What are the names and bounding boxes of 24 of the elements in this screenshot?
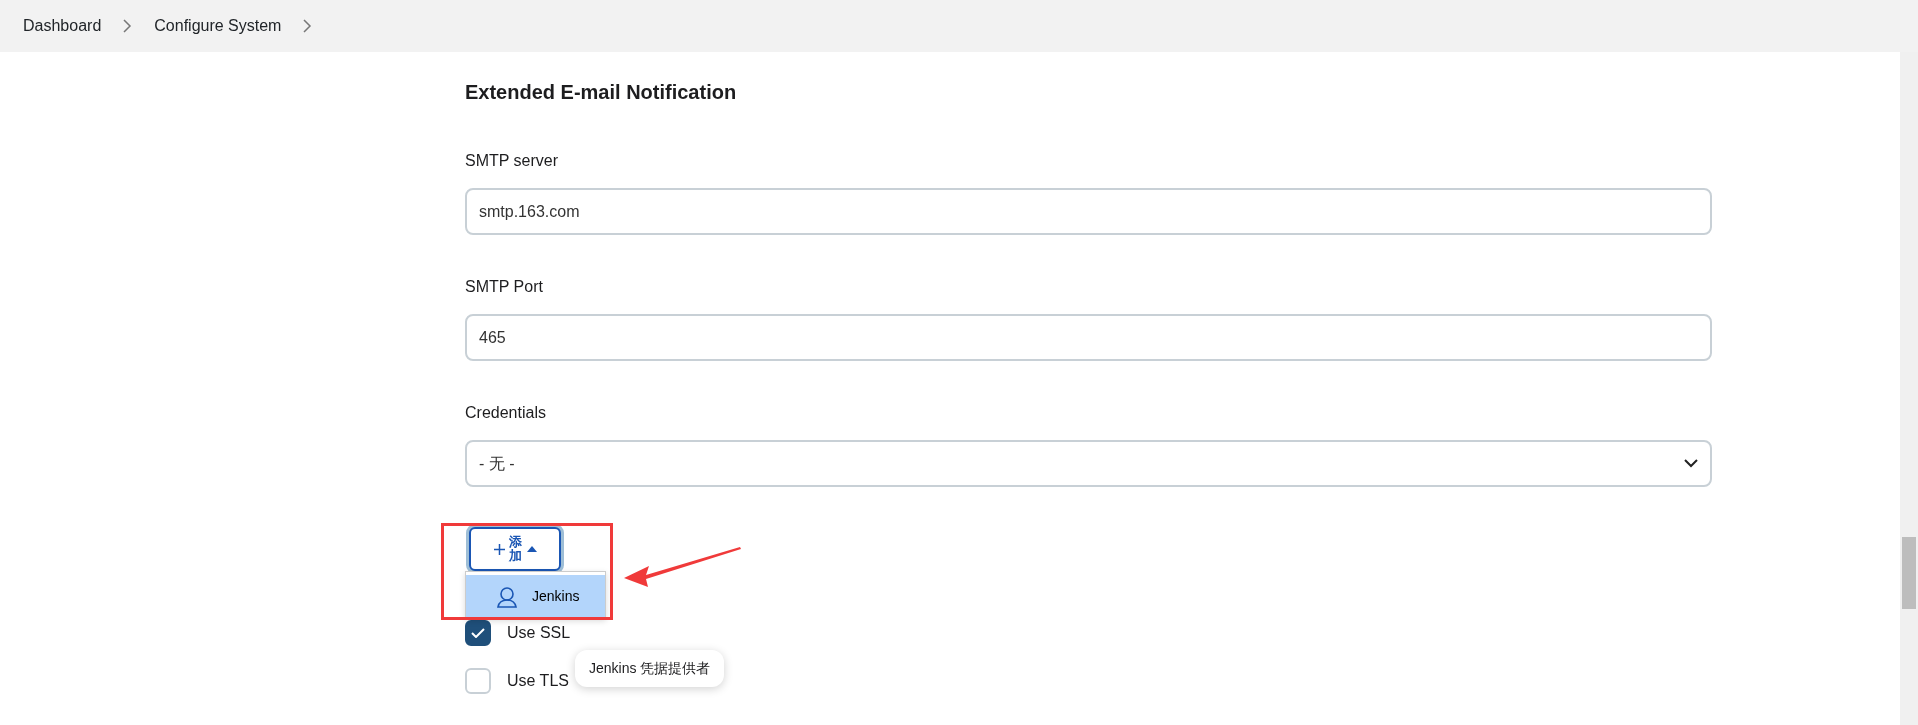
scroll-thumb[interactable] — [1902, 537, 1916, 609]
field-label: SMTP server — [465, 151, 560, 171]
checkbox-label: Use SSL — [507, 623, 571, 643]
add-button[interactable]: 添加 — [469, 527, 561, 571]
chevron-icon — [303, 19, 313, 33]
checkbox-label: Use TLS — [507, 671, 569, 691]
scrollbar[interactable] — [1900, 52, 1918, 725]
person-icon — [496, 585, 518, 608]
section-title: Extended E-mail Notification — [465, 80, 738, 104]
tooltip: Jenkins 凭据提供者 — [575, 650, 725, 687]
breadcrumb-link[interactable]: Dashboard — [23, 14, 102, 38]
select-field[interactable]: - 无 - — [465, 440, 1712, 487]
input-field[interactable]: 465 — [465, 314, 1712, 361]
chevron-down-icon — [1684, 459, 1698, 468]
caret-up-icon — [526, 546, 537, 552]
breadcrumb-link[interactable]: Configure System — [154, 14, 282, 38]
menu-item[interactable]: Jenkins — [466, 575, 605, 618]
field-label: Credentials — [465, 403, 547, 423]
input-field[interactable]: smtp.163.com — [465, 188, 1712, 235]
field-label: SMTP Port — [465, 277, 544, 297]
check-icon — [471, 628, 485, 638]
chevron-icon — [123, 19, 133, 33]
plus-icon — [493, 543, 505, 555]
checkbox[interactable] — [465, 620, 491, 646]
